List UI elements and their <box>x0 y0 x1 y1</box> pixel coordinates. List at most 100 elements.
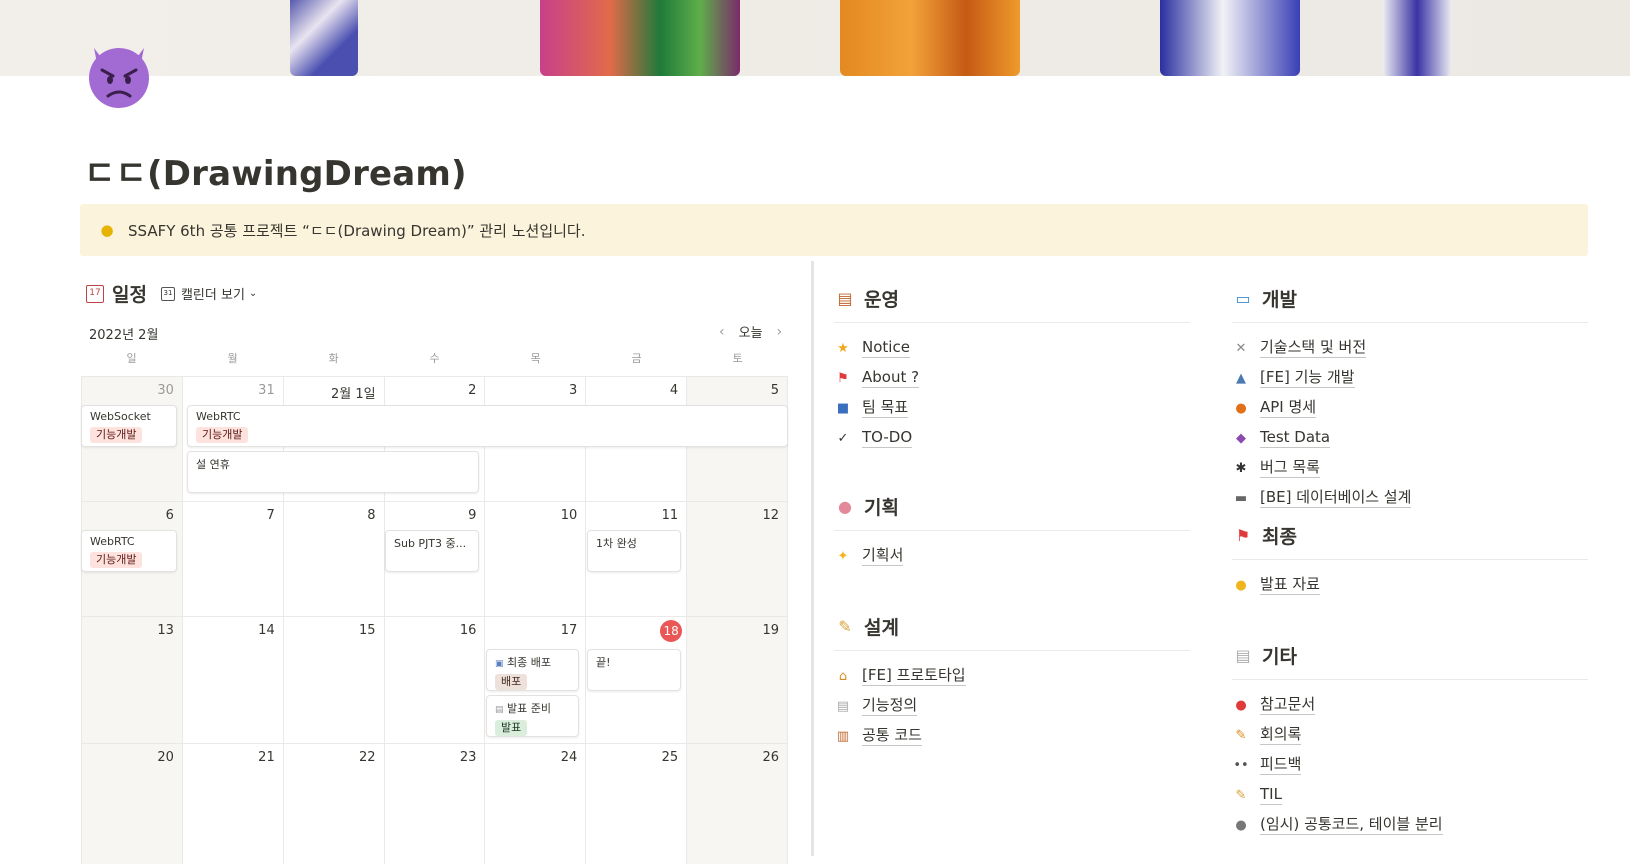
section-title: 운영 <box>864 289 899 311</box>
day-number: 8 <box>367 508 376 523</box>
link-item[interactable]: ▬ [BE] 데이터베이스 설계 <box>1232 483 1588 513</box>
calendar-title: 일정 <box>112 284 147 306</box>
calendar-event[interactable]: Sub PJT3 중... <box>385 530 479 572</box>
section-title: 개발 <box>1262 289 1297 311</box>
day-number: 7 <box>266 508 275 523</box>
calendar-event[interactable]: WebSocket 기능개발 <box>81 405 177 447</box>
day-number: 6 <box>165 508 174 523</box>
event-title: WebRTC <box>90 535 135 548</box>
link-item[interactable]: •• 피드백 <box>1232 750 1588 780</box>
memo-icon: ✎ <box>838 617 852 636</box>
link-item[interactable]: ✓ TO-DO <box>834 423 1190 453</box>
calendar-day[interactable]: 7 <box>183 502 284 616</box>
calendar-day[interactable]: 19 <box>687 617 789 743</box>
calendar-day[interactable]: 13 <box>81 617 183 743</box>
calendar-event[interactable]: ▤ 발표 준비 발표 <box>486 695 579 737</box>
link-item[interactable]: ⚑ About ? <box>834 363 1190 393</box>
day-number: 9 <box>468 508 477 523</box>
section-final: ⚑ 최종 ● 발표 자료 <box>1232 522 1588 600</box>
calendar-day[interactable]: 14 <box>183 617 284 743</box>
link-label: 발표 자료 <box>1260 575 1320 595</box>
today-button[interactable]: 오늘 <box>739 322 763 341</box>
calendar-day[interactable]: 16 <box>385 617 486 743</box>
link-item[interactable]: ▥ 공통 코드 <box>834 721 1190 751</box>
previous-month-button[interactable]: ‹ <box>719 324 725 340</box>
calendar-day[interactable]: 20 <box>81 744 183 864</box>
cover-letter-tile <box>1382 0 1452 76</box>
section-header: ▭ 개발 <box>1232 285 1588 323</box>
link-item[interactable]: ✱ 버그 목록 <box>1232 453 1588 483</box>
calendar-event[interactable]: 1차 완성 <box>587 530 681 572</box>
calendar-day[interactable]: 22 <box>284 744 385 864</box>
smiling-devil-icon[interactable] <box>80 36 158 114</box>
link-label: TIL <box>1260 785 1282 805</box>
calendar-day[interactable]: 21 <box>183 744 284 864</box>
calendar-event[interactable]: 끝! <box>587 649 681 691</box>
calendar-day[interactable]: 26 <box>687 744 789 864</box>
next-month-button[interactable]: › <box>777 324 783 340</box>
month-label: 2022년 2월 <box>89 328 159 343</box>
section-plan: ● 기획 ✦ 기획서 <box>834 493 1190 571</box>
calendar-day[interactable]: 8 <box>284 502 385 616</box>
calendar-event[interactable]: WebRTC 기능개발 <box>187 405 788 447</box>
link-item[interactable]: ✦ 기획서 <box>834 541 1190 571</box>
day-number: 3 <box>569 383 578 398</box>
pencil-icon: ✎ <box>1235 727 1247 743</box>
calendar-event[interactable]: 설 연휴 <box>187 451 479 493</box>
page-title: ㄷㄷ(DrawingDream) <box>84 154 467 194</box>
calendar-day[interactable]: 24 <box>485 744 587 864</box>
day-number: 10 <box>560 508 578 523</box>
tools-icon: ✕ <box>1235 340 1247 356</box>
link-item[interactable]: ● 참고문서 <box>1232 690 1588 720</box>
event-title: Sub PJT3 중... <box>394 537 467 550</box>
red-flag-icon: ⚑ <box>1235 526 1251 545</box>
section-title: 설계 <box>864 617 899 639</box>
event-title: WebRTC <box>196 410 241 423</box>
pushpin-icon: ● <box>1235 697 1247 713</box>
link-item[interactable]: ✎ TIL <box>1232 780 1588 810</box>
calendar-day[interactable]: 15 <box>284 617 385 743</box>
pumpkin-icon: ● <box>1235 400 1247 416</box>
link-item[interactable]: ▤ 기능정의 <box>834 691 1190 721</box>
event-tag: 기능개발 <box>196 427 249 443</box>
link-item[interactable]: ◆ Test Data <box>1232 423 1588 453</box>
weekday-label: 목 <box>530 352 541 365</box>
link-label: 기술스택 및 버전 <box>1260 338 1367 358</box>
link-item[interactable]: ✎ 회의록 <box>1232 720 1588 750</box>
callout: ● SSAFY 6th 공통 프로젝트 “ㄷㄷ(Drawing Dream)” … <box>80 204 1588 256</box>
light-bulb-icon: ● <box>100 221 114 239</box>
section-title: 기타 <box>1262 646 1297 668</box>
weekday-label: 금 <box>631 352 642 365</box>
day-number: 21 <box>258 750 275 765</box>
calendar-event[interactable]: ▣ 최종 배포 배포 <box>486 649 579 691</box>
books-icon: ▤ <box>837 289 853 308</box>
calendar-day[interactable]: 12 <box>687 502 789 616</box>
link-label: About ? <box>862 368 920 388</box>
calendar-day[interactable]: 25 <box>586 744 688 864</box>
keyboard-icon: ▬ <box>1234 490 1248 506</box>
link-item[interactable]: ■ 팀 목표 <box>834 393 1190 423</box>
section-ops: ▤ 운영 ★ Notice ⚑ About ? ■ 팀 목표 ✓ TO-DO <box>834 285 1190 453</box>
event-title: WebSocket <box>90 410 151 423</box>
link-item[interactable]: ★ Notice <box>834 333 1190 363</box>
link-item[interactable]: ✕ 기술스택 및 버전 <box>1232 333 1588 363</box>
calendar-event[interactable]: WebRTC 기능개발 <box>81 530 177 572</box>
package-icon: ▣ <box>495 659 504 669</box>
eyes-icon: •• <box>1233 757 1249 773</box>
day-number: 4 <box>669 383 679 398</box>
link-item[interactable]: ▲ [FE] 기능 개발 <box>1232 363 1588 393</box>
red-flag-icon: ⚑ <box>837 370 849 386</box>
calendar-day[interactable]: 23 <box>385 744 486 864</box>
weekday-header: 일 월 화 수 목 금 토 <box>81 350 788 366</box>
event-tag: 배포 <box>495 674 528 690</box>
link-item[interactable]: ⌂ [FE] 프로토타입 <box>834 661 1190 691</box>
calendar-day[interactable]: 10 <box>485 502 587 616</box>
section-title: 기획 <box>864 497 899 519</box>
day-number: 14 <box>258 623 275 638</box>
view-selector[interactable]: 31 캘린더 보기 ⌄ <box>160 284 257 303</box>
weekday-label: 화 <box>328 352 339 365</box>
section-design: ✎ 설계 ⌂ [FE] 프로토타입 ▤ 기능정의 ▥ 공통 코드 <box>834 613 1190 751</box>
link-item[interactable]: ● API 명세 <box>1232 393 1588 423</box>
link-item[interactable]: ● (임시) 공통코드, 테이블 분리 <box>1232 810 1588 840</box>
link-item[interactable]: ● 발표 자료 <box>1232 570 1588 600</box>
